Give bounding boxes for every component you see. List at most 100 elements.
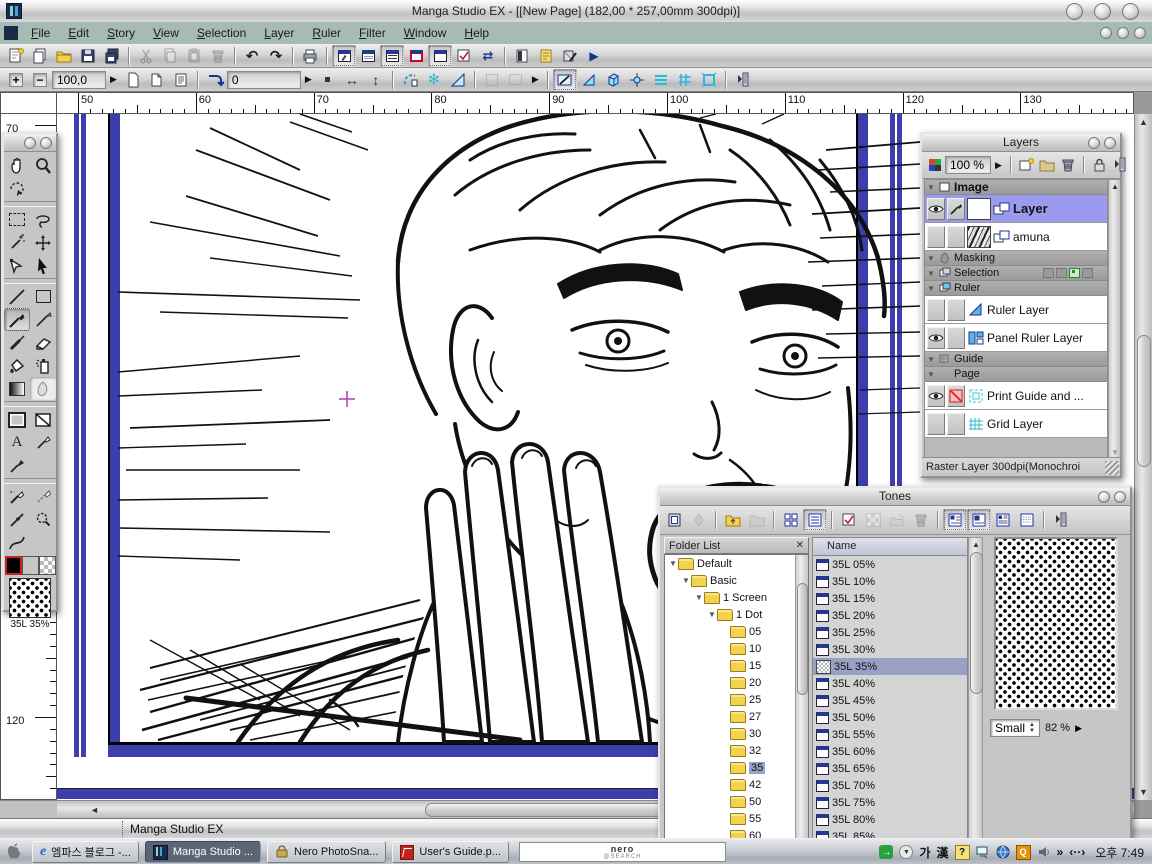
navigator-palette-toggle[interactable]	[404, 45, 428, 67]
layer-edit-toggle[interactable]	[947, 385, 965, 407]
folder-tree-scroll-thumb[interactable]	[797, 583, 808, 695]
layer-edit-toggle[interactable]	[947, 198, 965, 220]
pen-tool[interactable]	[4, 308, 30, 331]
preview-size-select[interactable]: Small ▲▼	[990, 719, 1040, 737]
tones-palette-toggle[interactable]	[428, 45, 452, 67]
fill-tool[interactable]	[4, 354, 30, 377]
folder-pane-close-icon[interactable]: ✕	[796, 540, 804, 551]
layer-row-amuna[interactable]: amuna	[925, 223, 1107, 251]
folder-50[interactable]: 50	[665, 793, 808, 810]
folder-default[interactable]: ▼Default	[665, 555, 808, 572]
layers-palette-titlebar[interactable]: Layers	[922, 134, 1120, 152]
triangle-ruler-toggle[interactable]	[577, 69, 601, 91]
layer-visibility-toggle[interactable]	[927, 413, 945, 435]
tone-item-35l-40-[interactable]: 35L 40%	[813, 675, 967, 692]
layer-edit-toggle[interactable]	[947, 413, 965, 435]
lock-layer-button[interactable]	[1089, 154, 1110, 176]
tone-swatch[interactable]	[9, 578, 51, 618]
collapse-triangle-icon[interactable]: ▼	[927, 183, 936, 192]
menu-view[interactable]: View	[144, 22, 188, 44]
move-tool[interactable]	[30, 231, 56, 254]
opacity-menu-arrow[interactable]: ▶	[991, 160, 1006, 171]
folder-35[interactable]: 35	[665, 759, 808, 776]
paste-button[interactable]	[182, 45, 206, 67]
tone-list-scrollbar[interactable]: ▲	[968, 537, 983, 859]
layers-menu-button[interactable]	[1110, 154, 1131, 176]
new-folder-button[interactable]	[1037, 154, 1058, 176]
tone-list-scroll-up-icon[interactable]: ▲	[972, 540, 980, 549]
symmetry-ruler-toggle[interactable]	[625, 69, 649, 91]
tree-expand-icon[interactable]: ▼	[695, 593, 704, 602]
menu-file[interactable]: File	[22, 22, 59, 44]
folder-tree-scrollbar[interactable]	[795, 555, 808, 858]
folder-up-button[interactable]	[721, 509, 745, 531]
folder-1-dot[interactable]: ▼1 Dot	[665, 606, 808, 623]
collapse-triangle-icon[interactable]: ▼	[927, 269, 936, 278]
zoom-in-button[interactable]: +	[4, 69, 28, 91]
toolbar-menu-button[interactable]	[731, 69, 755, 91]
tones-palette-titlebar[interactable]: Tones	[660, 488, 1130, 506]
tone-item-35l-45-[interactable]: 35L 45%	[813, 692, 967, 709]
delete-layer-button[interactable]	[1058, 154, 1079, 176]
tray-globe-icon[interactable]	[996, 845, 1010, 859]
folder-10[interactable]: 10	[665, 640, 808, 657]
layers-scroll-up-icon[interactable]: ▲	[1111, 182, 1119, 191]
actions-button[interactable]: ▶	[582, 45, 606, 67]
pin-tool[interactable]	[30, 431, 56, 454]
tone-item-35l-10-[interactable]: 35L 10%	[813, 573, 967, 590]
tone-item-35l-50-[interactable]: 35L 50%	[813, 709, 967, 726]
tones-close-button[interactable]	[1114, 491, 1126, 503]
delete-button[interactable]	[206, 45, 230, 67]
layer-group-ruler[interactable]: ▼Ruler	[925, 281, 1107, 296]
layers-palette-toggle[interactable]	[380, 45, 404, 67]
folder-27[interactable]: 27	[665, 708, 808, 725]
name-column-header[interactable]: Name	[813, 538, 967, 556]
task-users-guide[interactable]: User's Guide.p...	[392, 841, 509, 863]
undo-button[interactable]: ↶	[240, 45, 264, 67]
vertical-scrollbar[interactable]: ▲ ▼	[1134, 114, 1152, 800]
eyedropper-tool[interactable]	[4, 454, 30, 477]
ruler-pen-toggle[interactable]	[553, 69, 577, 91]
tools-close-button[interactable]	[40, 137, 52, 149]
collapse-triangle-icon[interactable]: ▼	[927, 254, 936, 263]
folder-55[interactable]: 55	[665, 810, 808, 827]
vertical-scroll-thumb[interactable]	[1137, 335, 1151, 467]
tone-properties-button[interactable]	[837, 509, 861, 531]
layers-scrollbar[interactable]: ▲ ▼	[1108, 179, 1121, 460]
menu-selection[interactable]: Selection	[188, 22, 255, 44]
panel-mode-button[interactable]	[480, 69, 504, 91]
fit-page-button[interactable]	[121, 69, 145, 91]
new-page-button[interactable]	[4, 45, 28, 67]
shape-tool[interactable]	[30, 285, 56, 308]
tone-tool[interactable]	[30, 377, 56, 400]
layer-row-layer[interactable]: Layer	[925, 195, 1107, 223]
layer-color-button[interactable]	[924, 154, 945, 176]
frame-tool[interactable]	[4, 408, 30, 431]
layer-thumbnail[interactable]	[967, 226, 991, 248]
print-button[interactable]	[298, 45, 322, 67]
line-tool[interactable]	[4, 285, 30, 308]
layer-edit-toggle[interactable]	[947, 327, 965, 349]
doc-minimize-button[interactable]	[1100, 27, 1112, 39]
menu-ruler[interactable]: Ruler	[303, 22, 350, 44]
transparent-color-swatch[interactable]	[39, 556, 56, 575]
menu-edit[interactable]: Edit	[59, 22, 98, 44]
folder-30[interactable]: 30	[665, 725, 808, 742]
marquee-tool[interactable]	[4, 208, 30, 231]
tree-expand-icon[interactable]: ▼	[669, 559, 678, 568]
page-catalog-button[interactable]	[534, 45, 558, 67]
tone-item-35l-35-[interactable]: 35L 35%	[813, 658, 967, 675]
reset-view-button[interactable]	[316, 69, 340, 91]
folder-05[interactable]: 05	[665, 623, 808, 640]
folder-42[interactable]: 42	[665, 776, 808, 793]
ime-korean-indicator[interactable]: 가	[919, 844, 930, 861]
close-button[interactable]	[1122, 3, 1139, 20]
apply-tone-button[interactable]	[687, 509, 711, 531]
zoom-menu-arrow[interactable]: ▶	[106, 74, 121, 85]
mode-menu-arrow[interactable]: ▶	[528, 74, 543, 85]
text-tool[interactable]: A	[4, 431, 30, 454]
display-both-button[interactable]	[991, 509, 1015, 531]
nero-search-box[interactable]: nero @SEARCH	[519, 842, 726, 862]
task-nero-photosnap[interactable]: Nero PhotoSna...	[267, 841, 386, 863]
minimize-button[interactable]	[1066, 3, 1083, 20]
